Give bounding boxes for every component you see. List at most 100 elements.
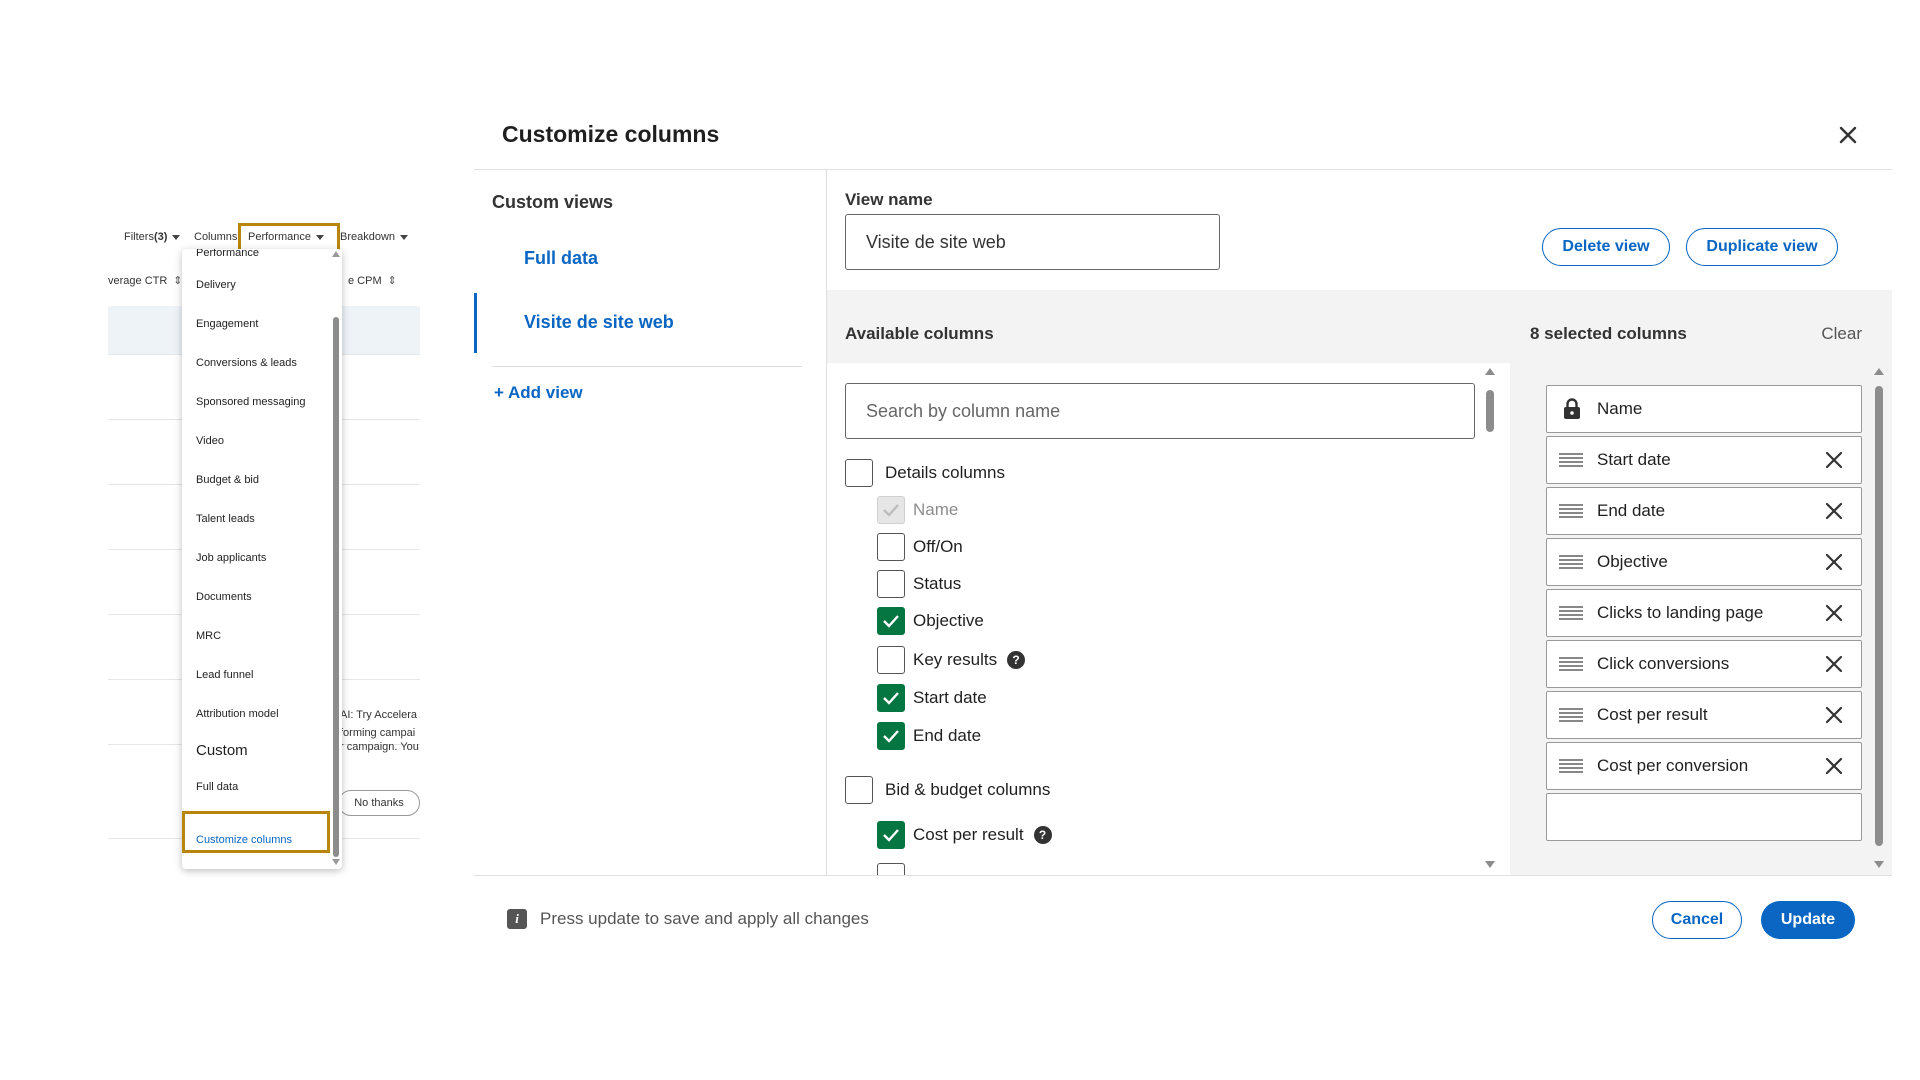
dropdown-item[interactable]: Budget & bid <box>196 474 259 486</box>
scroll-down-icon[interactable] <box>1485 861 1495 868</box>
group-details-columns[interactable]: Details columns <box>845 459 1005 487</box>
remove-column-button[interactable] <box>1819 649 1849 679</box>
checkbox[interactable] <box>877 863 905 875</box>
dropdown-item[interactable]: Video <box>196 435 224 447</box>
scroll-up-icon[interactable] <box>1485 368 1495 375</box>
column-option-partial[interactable] <box>877 863 905 875</box>
close-icon <box>1825 655 1843 673</box>
column-option-key-results[interactable]: Key results ? <box>877 646 1026 674</box>
view-item-full-data[interactable]: Full data <box>524 248 598 269</box>
remove-column-button[interactable] <box>1819 700 1849 730</box>
help-icon[interactable]: ? <box>1033 826 1052 844</box>
dropdown-item[interactable]: Job applicants <box>196 552 266 564</box>
dropdown-item[interactable]: Talent leads <box>196 513 255 525</box>
drag-handle-icon[interactable] <box>1559 657 1583 671</box>
scroll-up-icon[interactable] <box>1874 368 1884 375</box>
group-bid-budget-columns[interactable]: Bid & budget columns <box>845 776 1050 804</box>
update-button[interactable]: Update <box>1761 901 1855 939</box>
column-option-off-on[interactable]: Off/On <box>877 533 963 561</box>
column-option-start-date[interactable]: Start date <box>877 684 987 712</box>
dropdown-item-customize-columns[interactable]: Customize columns <box>196 834 292 846</box>
custom-views-title: Custom views <box>492 192 614 212</box>
selected-column-item[interactable]: Objective <box>1546 538 1862 586</box>
filters-button[interactable]: Filters(3) <box>124 231 181 243</box>
scroll-up-icon[interactable] <box>332 251 340 257</box>
sort-icon: ⇕ <box>387 275 397 287</box>
help-icon[interactable]: ? <box>1007 651 1026 669</box>
breakdown-button[interactable]: Breakdown <box>340 231 409 243</box>
delete-view-button[interactable]: Delete view <box>1542 228 1670 266</box>
dropdown-item[interactable]: MRC <box>196 630 221 642</box>
drag-handle-icon[interactable] <box>1559 759 1583 773</box>
drag-handle-icon[interactable] <box>1559 453 1583 467</box>
dropdown-item-performance[interactable]: Performance <box>196 249 259 259</box>
close-button[interactable] <box>1834 121 1862 149</box>
check-icon <box>883 692 899 705</box>
column-option-status[interactable]: Status <box>877 570 961 598</box>
remove-column-button[interactable] <box>1819 598 1849 628</box>
selected-column-item[interactable]: Start date <box>1546 436 1862 484</box>
checkbox[interactable] <box>877 646 905 674</box>
scrollbar-thumb[interactable] <box>1486 390 1494 432</box>
dropdown-item[interactable]: Documents <box>196 591 252 603</box>
column-option-end-date[interactable]: End date <box>877 722 981 750</box>
close-icon <box>1825 757 1843 775</box>
add-view-button[interactable]: + Add view <box>494 383 583 403</box>
column-option-objective[interactable]: Objective <box>877 607 984 635</box>
drag-handle-icon[interactable] <box>1559 708 1583 722</box>
available-columns-title: Available columns <box>845 324 994 343</box>
checkbox[interactable] <box>877 533 905 561</box>
selected-column-item-partial[interactable] <box>1546 793 1862 841</box>
remove-column-button[interactable] <box>1819 496 1849 526</box>
selected-columns-list: Name Start date End date Objective Click… <box>1530 363 1892 875</box>
duplicate-view-button[interactable]: Duplicate view <box>1686 228 1838 266</box>
checkbox-checked[interactable] <box>877 722 905 750</box>
selected-scrollbar[interactable] <box>1873 368 1885 868</box>
scrollbar-thumb[interactable] <box>1875 386 1883 846</box>
promo-banner: AI: Try Accelera forming campai r campai… <box>340 708 430 754</box>
selected-column-item[interactable]: Cost per conversion <box>1546 742 1862 790</box>
available-columns-list: Details columns Name Off/On Status <box>827 363 1510 875</box>
checkbox-checked[interactable] <box>877 684 905 712</box>
checkbox[interactable] <box>845 459 873 487</box>
dropdown-item[interactable]: Sponsored messaging <box>196 396 305 408</box>
selected-column-item[interactable]: Clicks to landing page <box>1546 589 1862 637</box>
dropdown-item[interactable]: Delivery <box>196 279 236 291</box>
dropdown-item[interactable]: Attribution model <box>196 708 279 720</box>
scroll-down-icon[interactable] <box>1874 861 1884 868</box>
checkbox[interactable] <box>845 776 873 804</box>
drag-handle-icon[interactable] <box>1559 606 1583 620</box>
column-option-cost-per-result[interactable]: Cost per result ? <box>877 821 1052 849</box>
search-input[interactable] <box>845 383 1475 439</box>
drag-handle-icon[interactable] <box>1559 555 1583 569</box>
dropdown-item[interactable]: Conversions & leads <box>196 357 297 369</box>
close-icon <box>1825 451 1843 469</box>
close-icon <box>1839 126 1857 144</box>
cancel-button[interactable]: Cancel <box>1652 901 1742 939</box>
dropdown-item[interactable]: Lead funnel <box>196 669 254 681</box>
selected-column-item[interactable]: Click conversions <box>1546 640 1862 688</box>
no-thanks-button[interactable]: No thanks <box>338 790 420 816</box>
checkbox[interactable] <box>877 570 905 598</box>
clear-button[interactable]: Clear <box>1821 324 1862 344</box>
dropdown-item[interactable]: Engagement <box>196 318 258 330</box>
view-name-input[interactable] <box>845 214 1220 270</box>
view-item-visite-de-site-web[interactable]: Visite de site web <box>524 312 674 333</box>
available-scrollbar[interactable] <box>1484 368 1496 868</box>
dropdown-scrollbar[interactable] <box>333 317 339 857</box>
scroll-down-icon[interactable] <box>332 859 340 865</box>
selected-column-item[interactable]: Cost per result <box>1546 691 1862 739</box>
drag-handle-icon[interactable] <box>1559 504 1583 518</box>
checkbox-checked[interactable] <box>877 821 905 849</box>
checkbox-checked[interactable] <box>877 607 905 635</box>
column-header-avg-ctr[interactable]: verage CTR ⇕ <box>108 274 183 287</box>
remove-column-button[interactable] <box>1819 445 1849 475</box>
selected-column-item[interactable]: End date <box>1546 487 1862 535</box>
remove-column-button[interactable] <box>1819 751 1849 781</box>
dropdown-item-full-data[interactable]: Full data <box>196 781 238 793</box>
view-name-label: View name <box>845 190 933 209</box>
remove-column-button[interactable] <box>1819 547 1849 577</box>
columns-button[interactable]: Columns <box>194 231 237 243</box>
check-icon <box>883 504 899 517</box>
column-header-cpm[interactable]: e CPM ⇕ <box>348 274 397 287</box>
